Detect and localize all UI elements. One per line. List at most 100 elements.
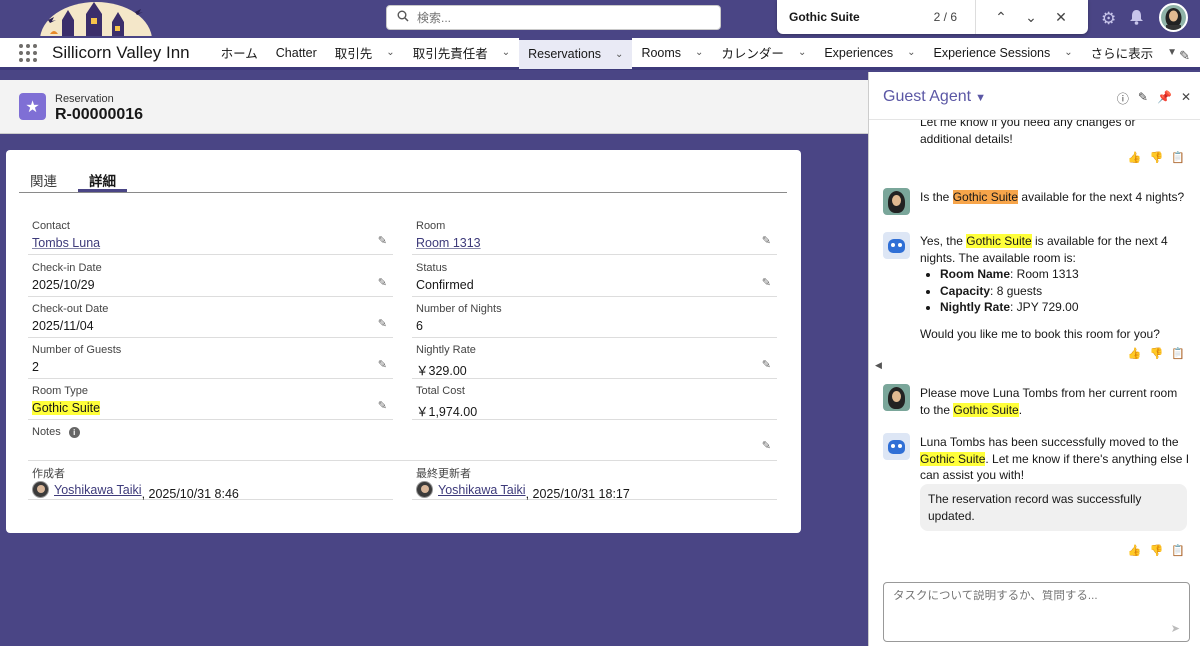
field-value: ￥1,974.00 (416, 405, 478, 419)
new-chat-icon[interactable]: ✎ (1138, 90, 1148, 107)
record-name: R-00000016 (55, 106, 144, 123)
robot-icon (888, 238, 905, 253)
nav-item-contacts[interactable]: 取引先責任者 ⌄ (404, 37, 519, 69)
find-close-icon[interactable]: ✕ (1046, 9, 1076, 26)
highlighted-match: Gothic Suite (953, 402, 1019, 417)
search-icon (397, 10, 409, 25)
nav-item-label: カレンダー (721, 47, 784, 61)
chevron-down-icon[interactable]: ⌄ (502, 47, 510, 58)
field-label: Total Cost (416, 385, 465, 397)
agent-composer[interactable]: ➤ (883, 582, 1190, 642)
message-text: . (1018, 402, 1023, 417)
edit-nav-pencil-icon[interactable]: ✎ (1179, 48, 1190, 64)
close-icon[interactable]: ✕ (1181, 90, 1191, 107)
field-checkout-date: Check-out Date 2025/11/04 ✎ (28, 298, 393, 338)
pencil-icon[interactable]: ✎ (378, 358, 387, 371)
pencil-icon[interactable]: ✎ (378, 317, 387, 330)
send-icon[interactable]: ➤ (1171, 622, 1180, 635)
contact-link[interactable]: Tombs Luna (32, 236, 100, 250)
created-by-user-link[interactable]: Yoshikawa Taiki (54, 483, 142, 497)
user-avatar[interactable] (1159, 3, 1188, 32)
bell-icon[interactable] (1129, 9, 1144, 30)
field-label: Check-in Date (32, 262, 102, 274)
field-number-of-nights: Number of Nights 6 (412, 298, 777, 338)
clipboard-icon[interactable]: 📋 (1171, 151, 1185, 164)
highlighted-match: Gothic Suite (952, 190, 1019, 204)
nav-item-experience-sessions[interactable]: Experience Sessions ⌄ (925, 37, 1082, 69)
gear-icon[interactable]: ⚙ (1101, 9, 1116, 29)
field-label: Number of Nights (416, 303, 502, 315)
nav-item-home[interactable]: ホーム (212, 37, 267, 69)
thumbs-down-icon[interactable]: 👎 (1150, 151, 1164, 164)
avatar (32, 481, 49, 498)
app-launcher-icon[interactable] (19, 43, 37, 62)
nav-item-experiences[interactable]: Experiences ⌄ (815, 37, 924, 69)
chevron-down-icon[interactable]: ⌄ (695, 47, 703, 58)
agent-title[interactable]: Guest Agent ▼ (883, 88, 986, 106)
action-status-box: The reservation record was successfully … (920, 484, 1187, 531)
info-icon[interactable]: i (68, 427, 80, 438)
nav-item-rooms[interactable]: Rooms ⌄ (632, 37, 712, 69)
field-number-of-guests: Number of Guests 2 ✎ (28, 339, 393, 379)
thumbs-up-icon[interactable]: 👍 (1128, 151, 1142, 164)
notes-label: Notes (32, 426, 61, 438)
global-header: 検索... Gothic Suite 2 / 6 ⌃ ⌄ ✕ ⚙ (0, 0, 1200, 38)
nav-item-chatter[interactable]: Chatter (267, 37, 326, 69)
halloween-banner-image (40, 0, 152, 36)
find-previous-icon[interactable]: ⌃ (986, 9, 1016, 26)
info-icon[interactable]: ⓘ (1117, 90, 1129, 107)
nav-item-reservations[interactable]: Reservations ⌄ (519, 36, 633, 69)
message-text: Yes, the (920, 234, 967, 248)
agent-message-input[interactable] (893, 590, 1163, 602)
find-divider (975, 0, 976, 34)
field-value: ￥329.00 (416, 364, 467, 378)
find-match-count: 2 / 6 (933, 10, 957, 24)
thumbs-down-icon[interactable]: 👎 (1150, 544, 1164, 557)
field-checkin-date: Check-in Date 2025/10/29 ✎ (28, 257, 393, 297)
room-link[interactable]: Room 1313 (416, 236, 481, 250)
pencil-icon[interactable]: ✎ (762, 439, 771, 452)
field-label: Check-out Date (32, 303, 109, 315)
record-header: ★ Reservation R-00000016 (0, 80, 868, 134)
caret-down-icon[interactable]: ▼ (1167, 47, 1177, 58)
tab-related[interactable]: 関連 (19, 164, 68, 192)
agent-avatar (883, 232, 910, 259)
agent-conversation: Let me know if you need any changes or a… (869, 120, 1200, 575)
chevron-down-icon[interactable]: ⌄ (615, 49, 623, 60)
agent-toolbar: ⓘ ✎ 📌 ✕ (1117, 90, 1191, 107)
nav-item-more[interactable]: さらに表示 ▼ (1082, 37, 1186, 69)
user-avatar (883, 188, 910, 215)
chevron-down-icon[interactable]: ⌄ (386, 47, 394, 58)
pencil-icon[interactable]: ✎ (762, 276, 771, 289)
pencil-icon[interactable]: ✎ (762, 234, 771, 247)
room-details-list: Room Name: Room 1313 Capacity: 8 guests … (920, 266, 1190, 316)
modified-by-user-link[interactable]: Yoshikawa Taiki (438, 483, 526, 497)
message-text: Is the (920, 190, 953, 204)
nav-item-accounts[interactable]: 取引先 ⌄ (326, 37, 404, 69)
global-search-input[interactable]: 検索... (386, 5, 721, 30)
list-item: Nightly Rate: JPY 729.00 (940, 299, 1190, 316)
pin-icon[interactable]: 📌 (1157, 90, 1172, 107)
chevron-down-icon[interactable]: ⌄ (1064, 47, 1072, 58)
agent-message: Yes, the Gothic Suite is available for t… (920, 233, 1190, 342)
find-query[interactable]: Gothic Suite (789, 10, 934, 24)
user-badge: Yoshikawa Taiki (416, 481, 526, 498)
pencil-icon[interactable]: ✎ (378, 234, 387, 247)
clipboard-icon[interactable]: 📋 (1171, 347, 1185, 360)
caret-down-icon[interactable]: ▼ (975, 92, 986, 104)
tab-details[interactable]: 詳細 (78, 164, 127, 192)
thumbs-up-icon[interactable]: 👍 (1128, 347, 1142, 360)
clipboard-icon[interactable]: 📋 (1171, 544, 1185, 557)
chevron-down-icon[interactable]: ⌄ (798, 47, 806, 58)
list-value: : JPY 729.00 (1010, 300, 1079, 314)
thumbs-down-icon[interactable]: 👎 (1150, 347, 1164, 360)
find-next-icon[interactable]: ⌄ (1016, 9, 1046, 26)
nav-item-calendar[interactable]: カレンダー ⌄ (712, 37, 815, 69)
thumbs-up-icon[interactable]: 👍 (1128, 544, 1142, 557)
pencil-icon[interactable]: ✎ (378, 399, 387, 412)
collapse-panel-icon[interactable]: ◀ (875, 360, 882, 371)
pencil-icon[interactable]: ✎ (762, 358, 771, 371)
nav-item-label: ホーム (220, 47, 258, 61)
chevron-down-icon[interactable]: ⌄ (907, 47, 915, 58)
pencil-icon[interactable]: ✎ (378, 276, 387, 289)
